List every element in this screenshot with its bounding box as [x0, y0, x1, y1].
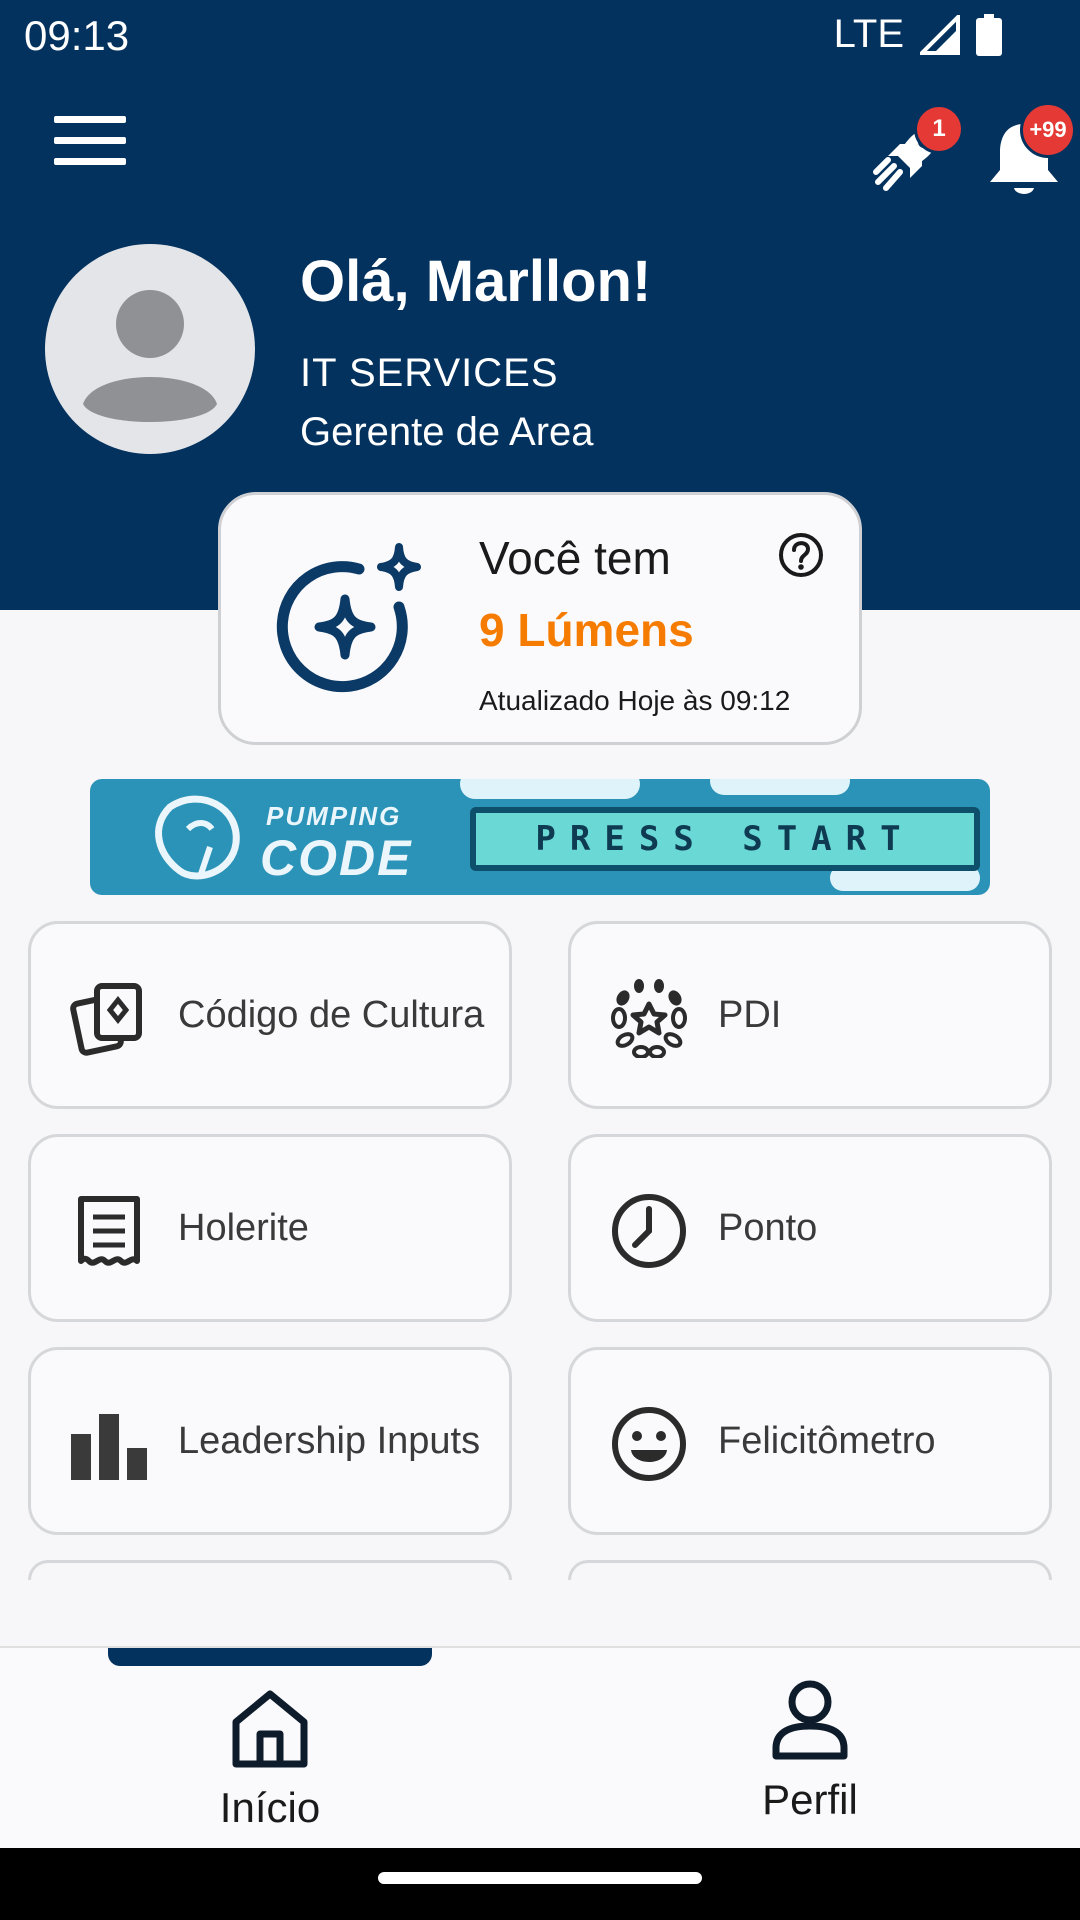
home-icon	[232, 1690, 308, 1768]
lumens-value: 9 Lúmens	[479, 604, 694, 656]
tile-pdi[interactable]: PDI	[568, 921, 1052, 1109]
nav-label-inicio: Início	[219, 1784, 321, 1831]
system-gesture-bar	[0, 1848, 1080, 1920]
menu-icon-line	[54, 137, 126, 144]
battery-icon	[976, 13, 1002, 56]
notifications-badge: +99	[1020, 102, 1076, 158]
menu-icon-line	[54, 158, 126, 165]
mascot-logo-icon	[155, 795, 240, 880]
menu-icon-line	[54, 116, 126, 123]
nav-label-perfil: Perfil	[762, 1776, 858, 1823]
sparkle-ring-icon	[276, 543, 421, 693]
network-label: LTE	[833, 12, 904, 56]
tile-label: Ponto	[718, 1207, 818, 1249]
home-gesture-handle[interactable]	[378, 1872, 702, 1884]
tile-codigo-de-cultura[interactable]: Código de Cultura	[28, 921, 512, 1109]
press-start-label: PRESS START	[470, 807, 980, 871]
tile-label: PDI	[718, 994, 782, 1036]
culture-cards-icon	[70, 983, 142, 1056]
role-text: Gerente de Area	[300, 410, 594, 454]
banner-logo-top: PUMPING	[266, 801, 402, 831]
lumens-updated: Atualizado Hoje às 09:12	[479, 685, 791, 716]
status-icons: LTE	[834, 12, 1002, 57]
person-placeholder-icon	[83, 290, 217, 422]
lumens-title: Você tem	[479, 532, 671, 584]
lumens-card[interactable]: Você tem 9 Lúmens Atualizado Hoje às 09:…	[218, 492, 862, 745]
nav-perfil[interactable]: Perfil	[540, 1648, 1080, 1848]
rocket-button[interactable]: 1	[862, 104, 964, 204]
tile-label: Código de Cultura	[178, 994, 485, 1036]
nav-inicio[interactable]: Início	[0, 1648, 540, 1848]
avatar[interactable]	[45, 244, 255, 454]
help-icon[interactable]	[777, 531, 825, 579]
tile-felicitometro[interactable]: Felicitômetro	[568, 1347, 1052, 1535]
tile-partial[interactable]	[28, 1560, 512, 1580]
receipt-icon	[78, 1196, 140, 1266]
bar-chart-icon	[71, 1414, 147, 1480]
tile-label: Holerite	[178, 1207, 309, 1249]
department-text: IT SERVICES	[300, 351, 559, 395]
cloud-decoration	[460, 779, 640, 799]
tile-leadership-inputs[interactable]: Leadership Inputs	[28, 1347, 512, 1535]
tile-label: Leadership Inputs	[178, 1420, 481, 1462]
laurel-star-icon	[611, 979, 687, 1058]
pumping-code-banner[interactable]: PUMPING CODE PRESS START	[90, 779, 990, 895]
menu-button[interactable]	[54, 116, 126, 170]
tile-partial[interactable]	[568, 1560, 1052, 1580]
smiley-icon	[612, 1407, 686, 1481]
notifications-button[interactable]: +99	[978, 102, 1078, 204]
status-time: 09:13	[24, 12, 130, 59]
banner-logo-bottom: CODE	[260, 830, 413, 886]
greeting-text: Olá, Marllon!	[300, 249, 652, 314]
tile-holerite[interactable]: Holerite	[28, 1134, 512, 1322]
tile-ponto[interactable]: Ponto	[568, 1134, 1052, 1322]
bottom-navigation: Início Perfil	[0, 1648, 1080, 1848]
signal-icon	[920, 14, 960, 55]
person-icon	[772, 1680, 848, 1760]
cloud-decoration	[710, 779, 850, 795]
tile-label: Felicitômetro	[718, 1420, 936, 1462]
clock-icon	[612, 1194, 686, 1268]
rocket-badge: 1	[914, 104, 964, 154]
status-bar: 09:13 LTE	[0, 0, 1080, 76]
